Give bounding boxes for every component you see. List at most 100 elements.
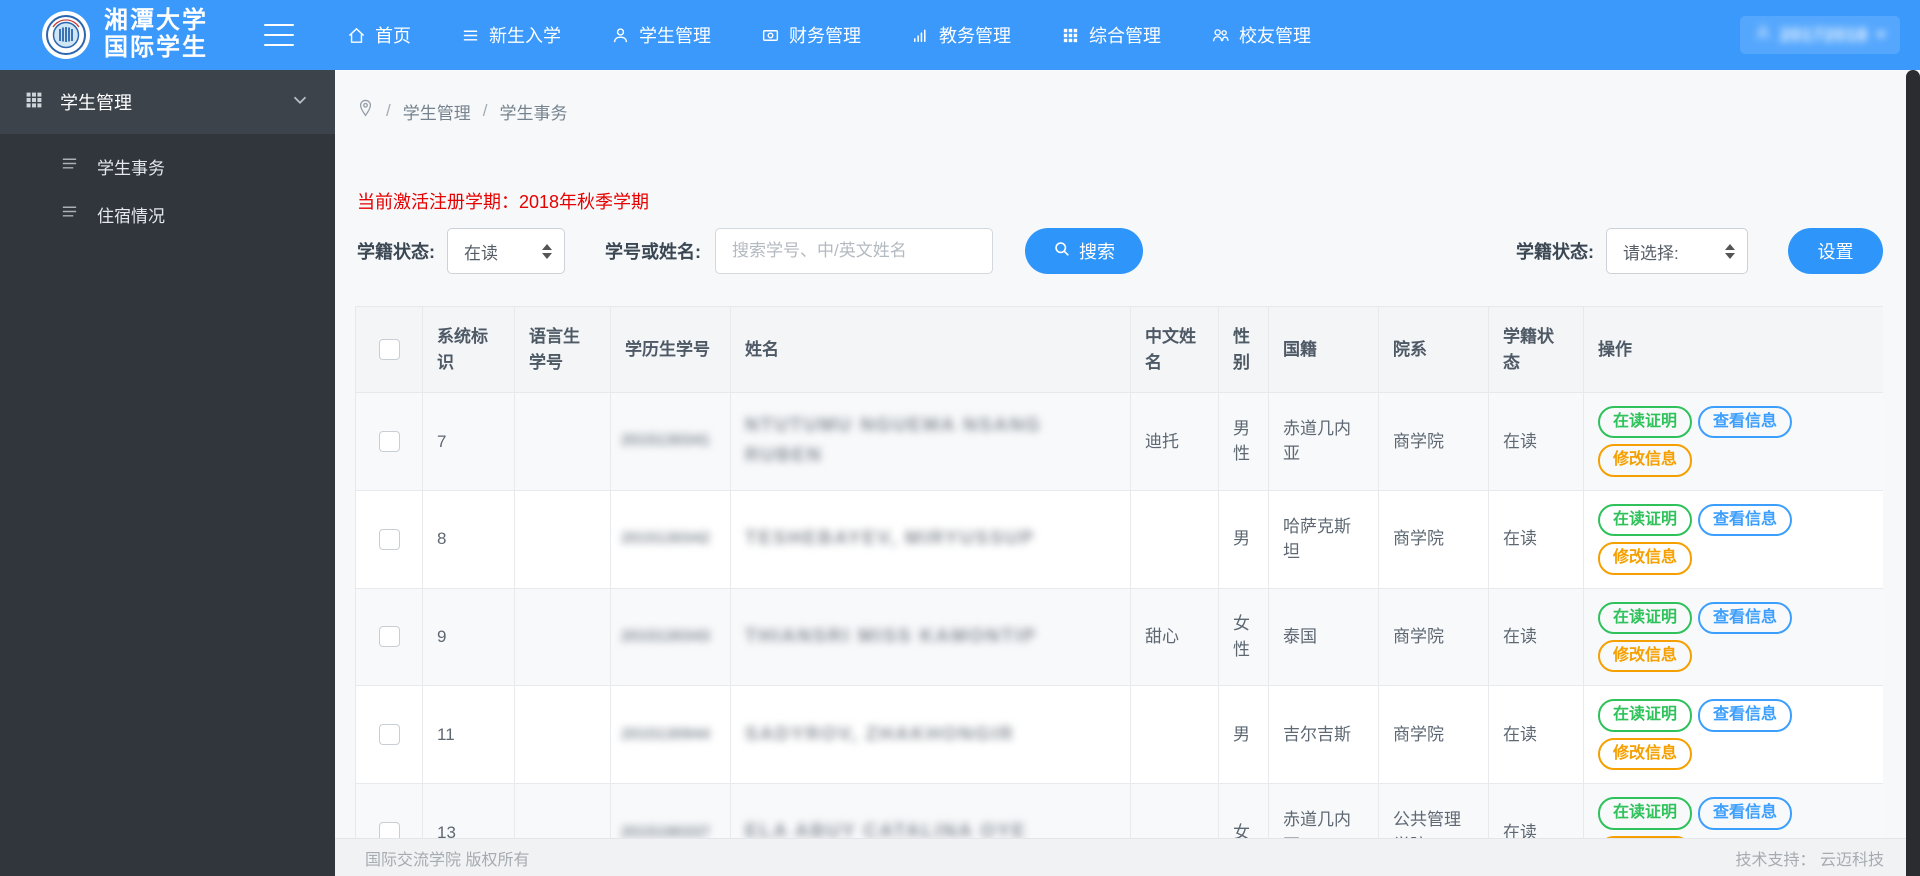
row-checkbox[interactable] (378, 626, 400, 648)
chevron-down-icon (289, 89, 311, 116)
row-checkbox-cell (355, 392, 423, 491)
top-navigation: 首页 新生入学 学生管理 财务管理 教务管理 综合管理 校友管理 (322, 0, 1336, 70)
nav-item-alumni[interactable]: 校友管理 (1186, 0, 1336, 70)
certificate-button[interactable]: 在读证明 (1598, 503, 1693, 537)
view-info-button[interactable]: 查看信息 (1698, 699, 1793, 732)
university-logo: 湘潭大学 国际学生 (42, 8, 208, 62)
row-language-student-no (514, 489, 611, 589)
row-nationality: 吉尔吉斯 (1268, 685, 1379, 785)
home-icon (347, 26, 366, 45)
settings-button[interactable]: 设置 (1788, 228, 1883, 274)
row-checkbox[interactable] (378, 430, 400, 452)
student-row: 9 2015130343 THIANSRI MISS KAMONTIP 甜心 女性 泰国商… (355, 587, 1883, 687)
hamburger-icon[interactable] (264, 24, 294, 46)
view-info-button[interactable]: 查看信息 (1698, 503, 1793, 537)
nav-label: 财务管理 (789, 26, 861, 46)
header-checkbox-cell (355, 306, 423, 393)
row-department: 商学院 (1378, 685, 1489, 785)
row-gender: 男 (1218, 685, 1269, 785)
row-nationality: 赤道几内亚 (1268, 392, 1379, 491)
location-pin-icon (357, 98, 374, 124)
header-actions: 操作 (1583, 306, 1883, 393)
row-checkbox[interactable] (378, 724, 400, 746)
sidebar-item-accommodation[interactable]: 住宿情况 (0, 190, 335, 238)
alumni-icon (1211, 26, 1230, 45)
row-degree-student-no: 2015130342 (610, 489, 731, 589)
nav-item-academic[interactable]: 教务管理 (886, 0, 1036, 70)
student-icon (611, 26, 630, 45)
view-info-button[interactable]: 查看信息 (1698, 406, 1793, 439)
breadcrumb-separator: / (386, 101, 391, 120)
sidebar: 学生管理 学生事务 住宿情况 (0, 70, 335, 876)
row-status: 在读 (1488, 392, 1584, 491)
search-input[interactable] (715, 228, 993, 274)
grid-icon (1061, 26, 1080, 45)
row-nationality: 泰国 (1268, 587, 1379, 687)
breadcrumb: / 学生管理 / 学生事务 (357, 98, 567, 124)
nav-item-home[interactable]: 首页 (322, 0, 436, 70)
view-info-button[interactable]: 查看信息 (1698, 797, 1793, 830)
header-gender: 性别 (1218, 306, 1269, 393)
status-set-select[interactable]: 请选择: (1606, 228, 1748, 274)
header-system-id: 系统标识 (422, 306, 515, 393)
sidebar-item-student-affairs[interactable]: 学生事务 (0, 142, 335, 190)
user-menu[interactable]: 20172018 (1739, 16, 1900, 54)
copyright-text: 国际交流学院 版权所有 (365, 851, 530, 869)
academic-chart-icon (911, 26, 930, 45)
active-semester-notice: 当前激活注册学期：2018年秋季学期 (357, 192, 650, 212)
university-seal-icon (42, 11, 90, 59)
student-row: 7 2015130341 NTUTUMU NGUEMA NSANG RUBEN 迪托男… (355, 392, 1883, 491)
sidebar-item-label: 学生事务 (97, 158, 165, 178)
nav-item-general[interactable]: 综合管理 (1036, 0, 1186, 70)
nav-label: 教务管理 (939, 26, 1011, 46)
row-department: 商学院 (1378, 392, 1489, 491)
search-button-label: 搜索 (1079, 242, 1115, 262)
certificate-button[interactable]: 在读证明 (1598, 699, 1693, 732)
caret-down-icon (1876, 32, 1886, 38)
settings-button-label: 设置 (1817, 242, 1854, 262)
nav-item-students[interactable]: 学生管理 (586, 0, 736, 70)
breadcrumb-item-student-management[interactable]: 学生管理 (403, 99, 471, 124)
scrollbar[interactable] (1906, 70, 1920, 876)
status-filter-label: 学籍状态: (357, 242, 435, 262)
row-degree-student-no: 2015130343 (610, 587, 731, 687)
row-status: 在读 (1488, 489, 1584, 589)
footer: 国际交流学院 版权所有 技术支持： 云迈科技 (335, 838, 1920, 876)
header-chinese-name: 中文姓名 (1130, 306, 1219, 393)
search-button[interactable]: 搜索 (1025, 228, 1143, 274)
sidebar-section-student-management[interactable]: 学生管理 (0, 70, 335, 134)
header-degree-student-no: 学历生学号 (610, 306, 731, 393)
certificate-button[interactable]: 在读证明 (1598, 406, 1693, 439)
row-system-id: 11 (422, 685, 515, 785)
row-checkbox-cell (355, 685, 423, 785)
certificate-button[interactable]: 在读证明 (1598, 797, 1693, 830)
row-department: 商学院 (1378, 587, 1489, 687)
edit-info-button[interactable]: 修改信息 (1598, 737, 1693, 771)
nav-item-enrollment[interactable]: 新生入学 (436, 0, 586, 70)
edit-info-button[interactable]: 修改信息 (1598, 444, 1693, 477)
status-select[interactable]: 在读 (447, 228, 565, 274)
user-icon (1754, 24, 1772, 47)
edit-info-button[interactable]: 修改信息 (1598, 542, 1693, 575)
status-set-select-value: 请选择: (1623, 243, 1679, 263)
breadcrumb-item-student-affairs[interactable]: 学生事务 (499, 99, 567, 124)
students-table: 系统标识 语言生学号 学历生学号 姓名 中文姓名 性别 国籍 院系 学籍状态 操… (355, 306, 1883, 876)
status-set-label: 学籍状态: (1516, 242, 1594, 262)
nav-label: 校友管理 (1239, 26, 1311, 46)
nav-label: 首页 (375, 26, 411, 46)
row-language-student-no (514, 685, 611, 785)
row-checkbox-cell (355, 587, 423, 687)
row-system-id: 8 (422, 489, 515, 589)
row-actions: 在读证明查看信息修改信息 (1583, 392, 1883, 491)
edit-info-button[interactable]: 修改信息 (1598, 639, 1693, 673)
header-status: 学籍状态 (1488, 306, 1584, 393)
search-field-label: 学号或姓名: (605, 242, 701, 262)
row-actions: 在读证明查看信息修改信息 (1583, 685, 1883, 785)
row-checkbox[interactable] (378, 528, 400, 550)
certificate-button[interactable]: 在读证明 (1598, 601, 1693, 634)
topbar: 湘潭大学 国际学生 首页 新生入学 学生管理 财务管理 教务管理 综合管理 校友… (0, 0, 1920, 70)
select-all-checkbox[interactable] (378, 339, 400, 360)
row-actions: 在读证明查看信息修改信息 (1583, 587, 1883, 687)
view-info-button[interactable]: 查看信息 (1698, 601, 1793, 634)
nav-item-finance[interactable]: 财务管理 (736, 0, 886, 70)
